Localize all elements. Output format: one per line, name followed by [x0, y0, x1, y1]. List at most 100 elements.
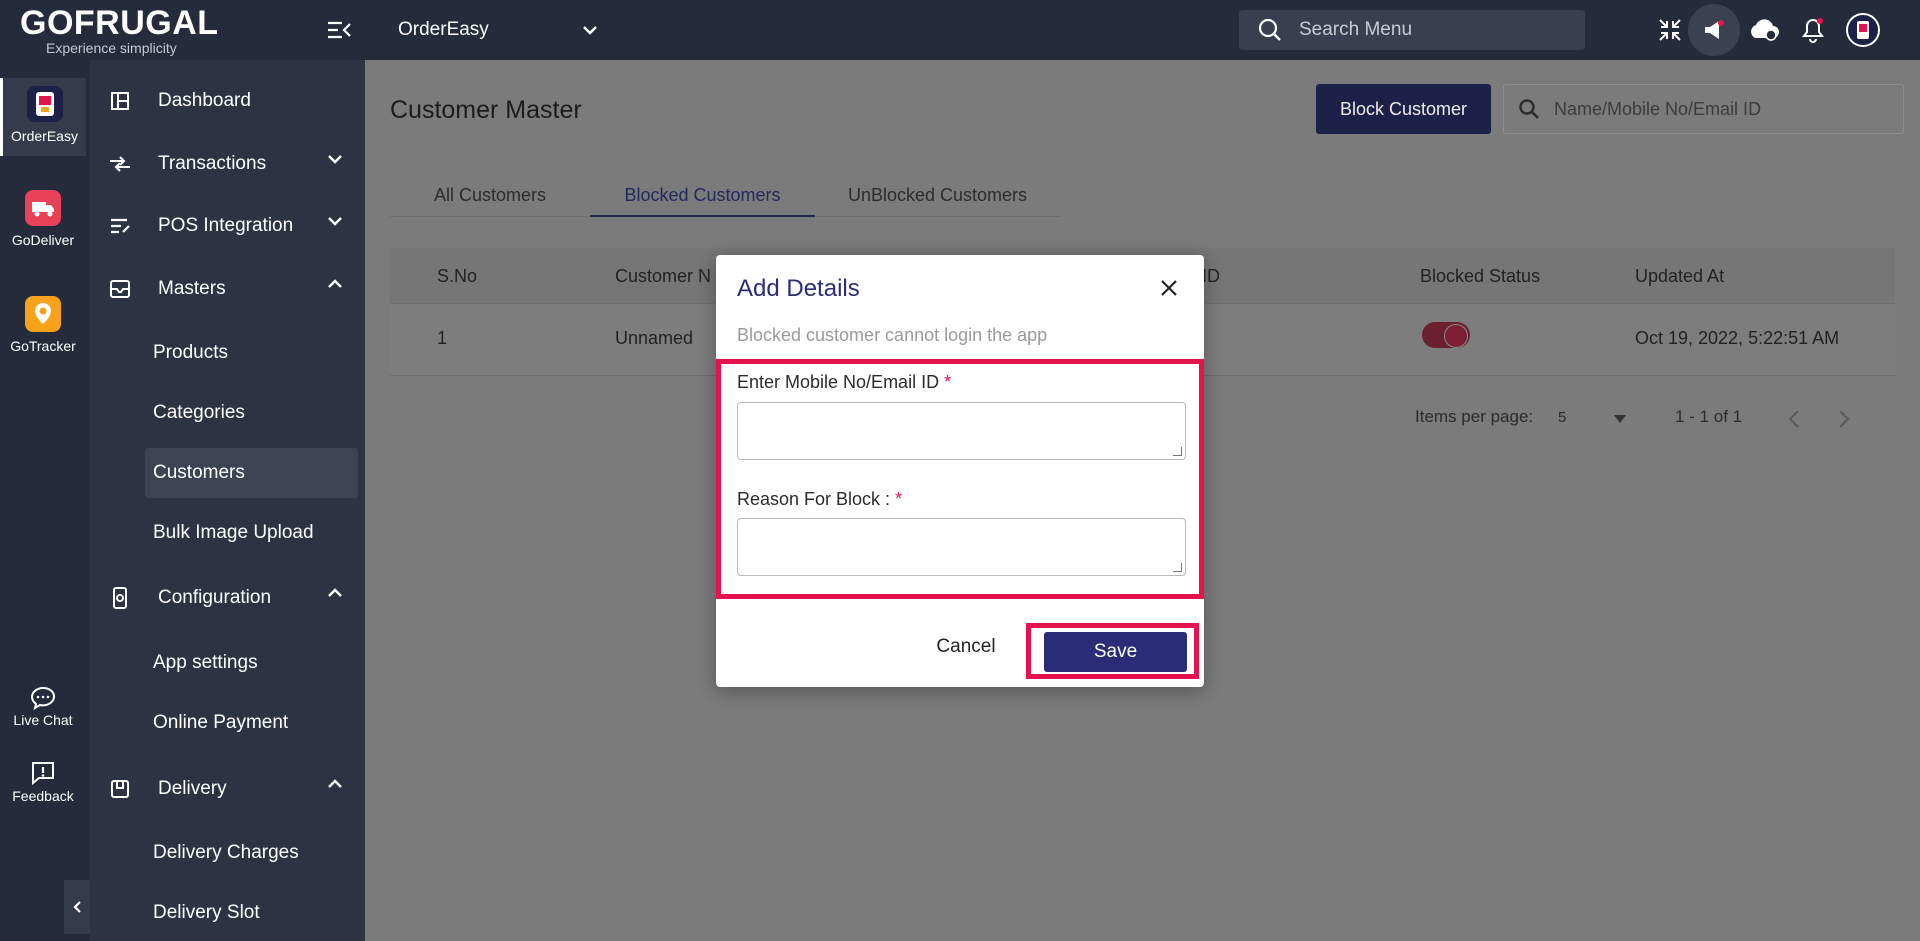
column-header-sno: S.No	[437, 266, 478, 286]
cancel-button[interactable]: Cancel	[906, 627, 1026, 667]
save-button[interactable]: Save	[1044, 632, 1187, 672]
items-per-page-label: Items per page:	[1415, 407, 1534, 426]
close-icon[interactable]	[1156, 275, 1182, 301]
rail-app-ordereasy[interactable]: OrderEasy	[0, 78, 86, 156]
configuration-icon	[108, 586, 132, 610]
column-header-customer-name: Customer N	[615, 266, 712, 286]
rail-app-label: GoTracker	[10, 338, 76, 354]
sidebar-item-bulk-image-upload[interactable]: Bulk Image Upload	[145, 508, 358, 558]
search-icon	[1519, 99, 1539, 119]
live-chat-button[interactable]: Live Chat	[0, 686, 86, 742]
sidebar-item-categories[interactable]: Categories	[145, 388, 358, 438]
chat-bubble-icon	[30, 686, 56, 710]
mobile-email-label: Enter Mobile No/Email ID *	[737, 372, 951, 393]
rail-app-gotracker[interactable]: GoTracker	[0, 296, 86, 366]
dialog-subtitle: Blocked customer cannot login the app	[737, 325, 1048, 345]
ordereasy-logo-icon	[26, 86, 63, 122]
sidebar: Dashboard Transactions POS Integration M…	[90, 60, 365, 941]
block-customer-button[interactable]: Block Customer	[1316, 84, 1491, 134]
sidebar-item-customers[interactable]: Customers	[145, 448, 358, 498]
customer-search-input[interactable]: Name/Mobile No/Email ID	[1503, 84, 1904, 134]
cloud-sync-icon[interactable]	[1745, 12, 1781, 48]
tab-blocked-customers[interactable]: Blocked Customers	[590, 185, 815, 217]
logo-text: GOFRUGAL	[20, 4, 219, 42]
transactions-icon	[108, 152, 132, 176]
app-selector[interactable]: OrderEasy	[398, 16, 598, 44]
feedback-icon	[32, 762, 54, 786]
rail-app-godeliver[interactable]: GoDeliver	[0, 190, 86, 260]
chevron-up-icon	[328, 279, 342, 288]
sidebar-item-label: Masters	[158, 278, 226, 299]
sidebar-item-label: Delivery Charges	[153, 842, 299, 863]
sidebar-item-label: Products	[153, 342, 228, 363]
required-asterisk: *	[944, 372, 952, 392]
dropdown-arrow-icon	[1614, 415, 1626, 423]
chevron-down-icon	[583, 26, 597, 35]
sidebar-item-configuration[interactable]: Configuration	[108, 573, 353, 623]
items-per-page-value: 5	[1558, 409, 1567, 426]
sidebar-item-products[interactable]: Products	[145, 328, 358, 378]
mobile-email-textarea[interactable]	[737, 402, 1186, 460]
add-details-dialog: Add Details Blocked customer cannot logi…	[716, 255, 1204, 687]
reason-label-text: Reason For Block :	[737, 489, 891, 509]
mobile-email-label-text: Enter Mobile No/Email ID	[737, 372, 940, 392]
collapse-sidebar-button[interactable]	[64, 880, 90, 934]
godeliver-logo-icon	[25, 190, 61, 226]
pos-integration-icon	[108, 214, 132, 238]
items-per-page-select[interactable]: 5	[1558, 405, 1638, 433]
sidebar-item-label: Configuration	[158, 587, 272, 608]
sidebar-item-label: Customers	[153, 462, 245, 483]
sidebar-item-transactions[interactable]: Transactions	[108, 139, 353, 189]
dialog-title: Add Details	[737, 275, 860, 302]
save-button-highlight: Save	[1026, 623, 1199, 679]
exit-fullscreen-icon[interactable]	[1652, 12, 1688, 48]
page-title: Customer Master	[390, 96, 582, 124]
rail-app-label: GoDeliver	[11, 232, 75, 248]
chevron-up-icon	[328, 588, 342, 597]
gofrugal-logo[interactable]: GOFRUGAL Experience simplicity	[20, 4, 220, 56]
chevron-left-icon[interactable]	[1787, 409, 1801, 429]
app-rail: OrderEasy GoDeliver GoTracker Live Chat …	[0, 60, 90, 941]
feedback-label: Feedback	[12, 788, 74, 804]
sidebar-item-label: Online Payment	[153, 712, 289, 733]
chevron-down-icon	[328, 155, 342, 164]
sidebar-item-delivery-charges[interactable]: Delivery Charges	[145, 828, 358, 878]
top-bar: GOFRUGAL Experience simplicity OrderEasy…	[0, 0, 1920, 60]
customer-search-placeholder: Name/Mobile No/Email ID	[1554, 98, 1762, 119]
sidebar-item-masters[interactable]: Masters	[108, 264, 353, 314]
announcement-icon[interactable]	[1688, 4, 1740, 56]
menu-collapse-icon[interactable]	[326, 18, 352, 42]
customer-tabs: All Customers Blocked Customers UnBlocke…	[390, 185, 1060, 217]
profile-avatar[interactable]	[1845, 12, 1881, 48]
sidebar-item-online-payment[interactable]: Online Payment	[145, 698, 358, 748]
search-menu-input[interactable]: Search Menu	[1239, 10, 1585, 50]
row-customer-name: Unnamed	[615, 328, 694, 348]
sidebar-item-label: POS Integration	[158, 215, 294, 236]
sidebar-item-label: Dashboard	[158, 90, 251, 111]
reason-label: Reason For Block : *	[737, 489, 902, 510]
bell-icon[interactable]	[1795, 12, 1831, 48]
sidebar-item-delivery-slot[interactable]: Delivery Slot	[145, 888, 358, 938]
feedback-button[interactable]: Feedback	[0, 760, 86, 816]
sidebar-item-pos-integration[interactable]: POS Integration	[108, 201, 353, 251]
gotracker-logo-icon	[25, 296, 61, 332]
rail-app-label: OrderEasy	[11, 128, 78, 144]
chevron-right-icon[interactable]	[1837, 409, 1851, 429]
sidebar-item-label: Categories	[153, 402, 245, 423]
sidebar-item-label: Delivery Slot	[153, 902, 260, 923]
tab-all-customers[interactable]: All Customers	[390, 185, 590, 217]
sidebar-item-dashboard[interactable]: Dashboard	[108, 76, 353, 126]
row-sno: 1	[437, 328, 448, 348]
dashboard-icon	[108, 89, 132, 113]
chevron-down-icon	[328, 217, 342, 226]
tab-unblocked-customers[interactable]: UnBlocked Customers	[815, 185, 1060, 217]
logo-tagline: Experience simplicity	[46, 40, 177, 56]
blocked-status-toggle[interactable]	[1422, 322, 1470, 348]
sidebar-item-app-settings[interactable]: App settings	[145, 638, 358, 688]
sidebar-item-delivery[interactable]: Delivery	[108, 764, 353, 814]
reason-textarea[interactable]	[737, 518, 1186, 576]
required-asterisk: *	[895, 489, 903, 509]
chevron-left-icon	[73, 901, 81, 913]
column-header-updated-at: Updated At	[1635, 266, 1725, 286]
search-icon	[1258, 18, 1281, 41]
